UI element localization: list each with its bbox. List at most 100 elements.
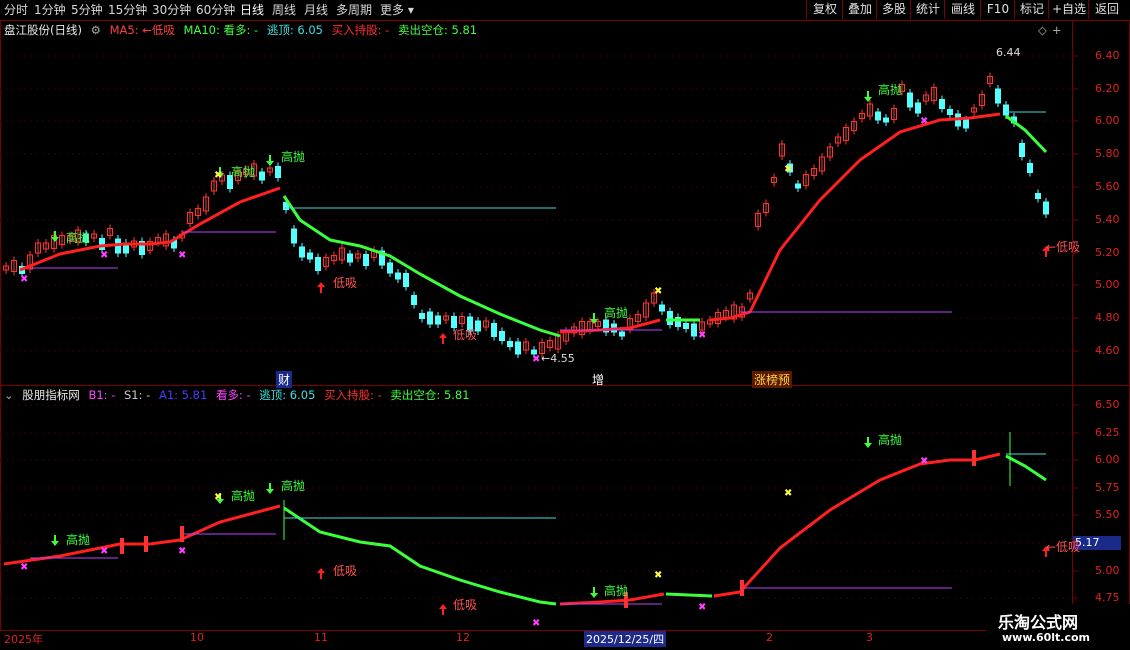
high-price-label: 6.44 [996, 46, 1021, 59]
watermark-url: www.60lt.com [1002, 631, 1091, 644]
candle-body [419, 313, 425, 319]
signal-x: ✖ [532, 354, 540, 365]
signal-x: ✖ [920, 456, 928, 467]
candle-body [995, 88, 1001, 104]
signal-x: ✖ [100, 250, 108, 261]
candle-body [667, 311, 673, 325]
sell-arrow [590, 587, 598, 598]
candle-body [963, 119, 969, 129]
candle-body [939, 99, 945, 109]
candle-body [1043, 201, 1049, 215]
sell-signal-label: 高抛 [878, 433, 903, 447]
signal-x: ✖ [100, 546, 108, 557]
sell-signal-label: 高抛 [66, 533, 91, 547]
signal-x: ✖ [20, 274, 28, 285]
buy-signal-label: ←低吸 [1046, 240, 1081, 254]
trend-line-up [709, 112, 1001, 322]
buy-signal-label: 低吸 [453, 328, 478, 342]
candle-body [491, 323, 497, 337]
buy-arrow [439, 333, 447, 344]
indicator-bar [740, 580, 744, 596]
signal-x: ✖ [214, 492, 222, 503]
candle-body [619, 331, 625, 337]
candle-body [883, 117, 889, 123]
candle-body [347, 253, 353, 263]
candle-body [259, 171, 265, 181]
candle-body [795, 183, 801, 189]
trend-line-up [19, 186, 281, 272]
buy-signal-label: 低吸 [333, 276, 358, 290]
candle-body [947, 109, 953, 115]
candle-body [275, 166, 281, 178]
low-price-label: ←4.55 [541, 352, 575, 365]
candle-body [1019, 143, 1025, 157]
candle-body [411, 295, 417, 305]
candle-body [435, 315, 441, 325]
sell-signal-label: 高抛 [66, 231, 91, 245]
signal-x: ✖ [784, 488, 792, 499]
signal-x: ✖ [214, 170, 222, 181]
signal-x: ✖ [654, 570, 662, 581]
candle-body [515, 341, 521, 355]
signal-x: ✖ [698, 602, 706, 613]
indicator-bar [120, 538, 124, 554]
candle-body [99, 238, 105, 250]
buy-arrow [439, 604, 447, 615]
buy-signal-label: 低吸 [453, 598, 478, 612]
sell-signal-label: 高抛 [878, 83, 903, 97]
candle-body [291, 228, 297, 244]
indicator-bar [180, 526, 184, 542]
candle-body [1003, 104, 1009, 116]
candle-body [507, 341, 513, 347]
sell-arrow [51, 231, 59, 242]
sell-arrow [590, 313, 598, 324]
buy-arrow [317, 282, 325, 293]
indicator-line-down [283, 506, 557, 606]
candle-body [915, 102, 921, 114]
buy-signal-label: 低吸 [333, 564, 358, 578]
candle-body [387, 262, 393, 274]
sell-arrow [266, 155, 274, 166]
candle-body [875, 111, 881, 121]
signal-x: ✖ [654, 286, 662, 297]
candle-body [299, 246, 305, 258]
candle-body [403, 273, 409, 287]
signal-x: ✖ [20, 562, 28, 573]
candle-body [363, 254, 369, 266]
candle-body [683, 323, 689, 329]
indicator-bar [972, 450, 976, 466]
signal-x: ✖ [178, 250, 186, 261]
candle-body [659, 304, 665, 312]
indicator-line-up [3, 504, 281, 566]
signal-x: ✖ [532, 618, 540, 629]
sell-signal-label: 高抛 [231, 165, 256, 179]
candle-body [907, 92, 913, 108]
sell-signal-label: 高抛 [231, 489, 256, 503]
sell-arrow [864, 91, 872, 102]
candle-body [691, 323, 697, 337]
indicator-line-down [665, 592, 713, 598]
signal-x: ✖ [698, 330, 706, 341]
sell-arrow [266, 483, 274, 494]
buy-signal-label: ←低吸 [1046, 540, 1081, 554]
sell-signal-label: 高抛 [604, 584, 629, 598]
signal-x: ✖ [920, 116, 928, 127]
watermark-title: 乐淘公式网 [998, 613, 1079, 632]
chart-canvas: ✖ ✖ ✖ ✖ ✖ ✖ ✖ ✖ ✖ ✖ ✖ ✖ ✖ ✖ ✖ ✖ ✖ ✖ [0, 55, 1078, 629]
sell-arrow [864, 437, 872, 448]
buy-arrow [317, 568, 325, 579]
sell-signal-label: 高抛 [604, 306, 629, 320]
sell-signal-label: 高抛 [281, 479, 306, 493]
candle-body [1027, 163, 1033, 173]
signal-x: ✖ [178, 546, 186, 557]
candle-body [499, 331, 505, 341]
signal-x: ✖ [784, 164, 792, 175]
sell-arrow [51, 535, 59, 546]
candle-body [307, 252, 313, 260]
indicator-line-up [713, 452, 1001, 598]
candle-body [427, 311, 433, 325]
indicator-bar [144, 536, 148, 552]
sell-signal-label: 高抛 [281, 150, 306, 164]
candle-body [315, 257, 321, 271]
candle-body [1035, 193, 1041, 199]
